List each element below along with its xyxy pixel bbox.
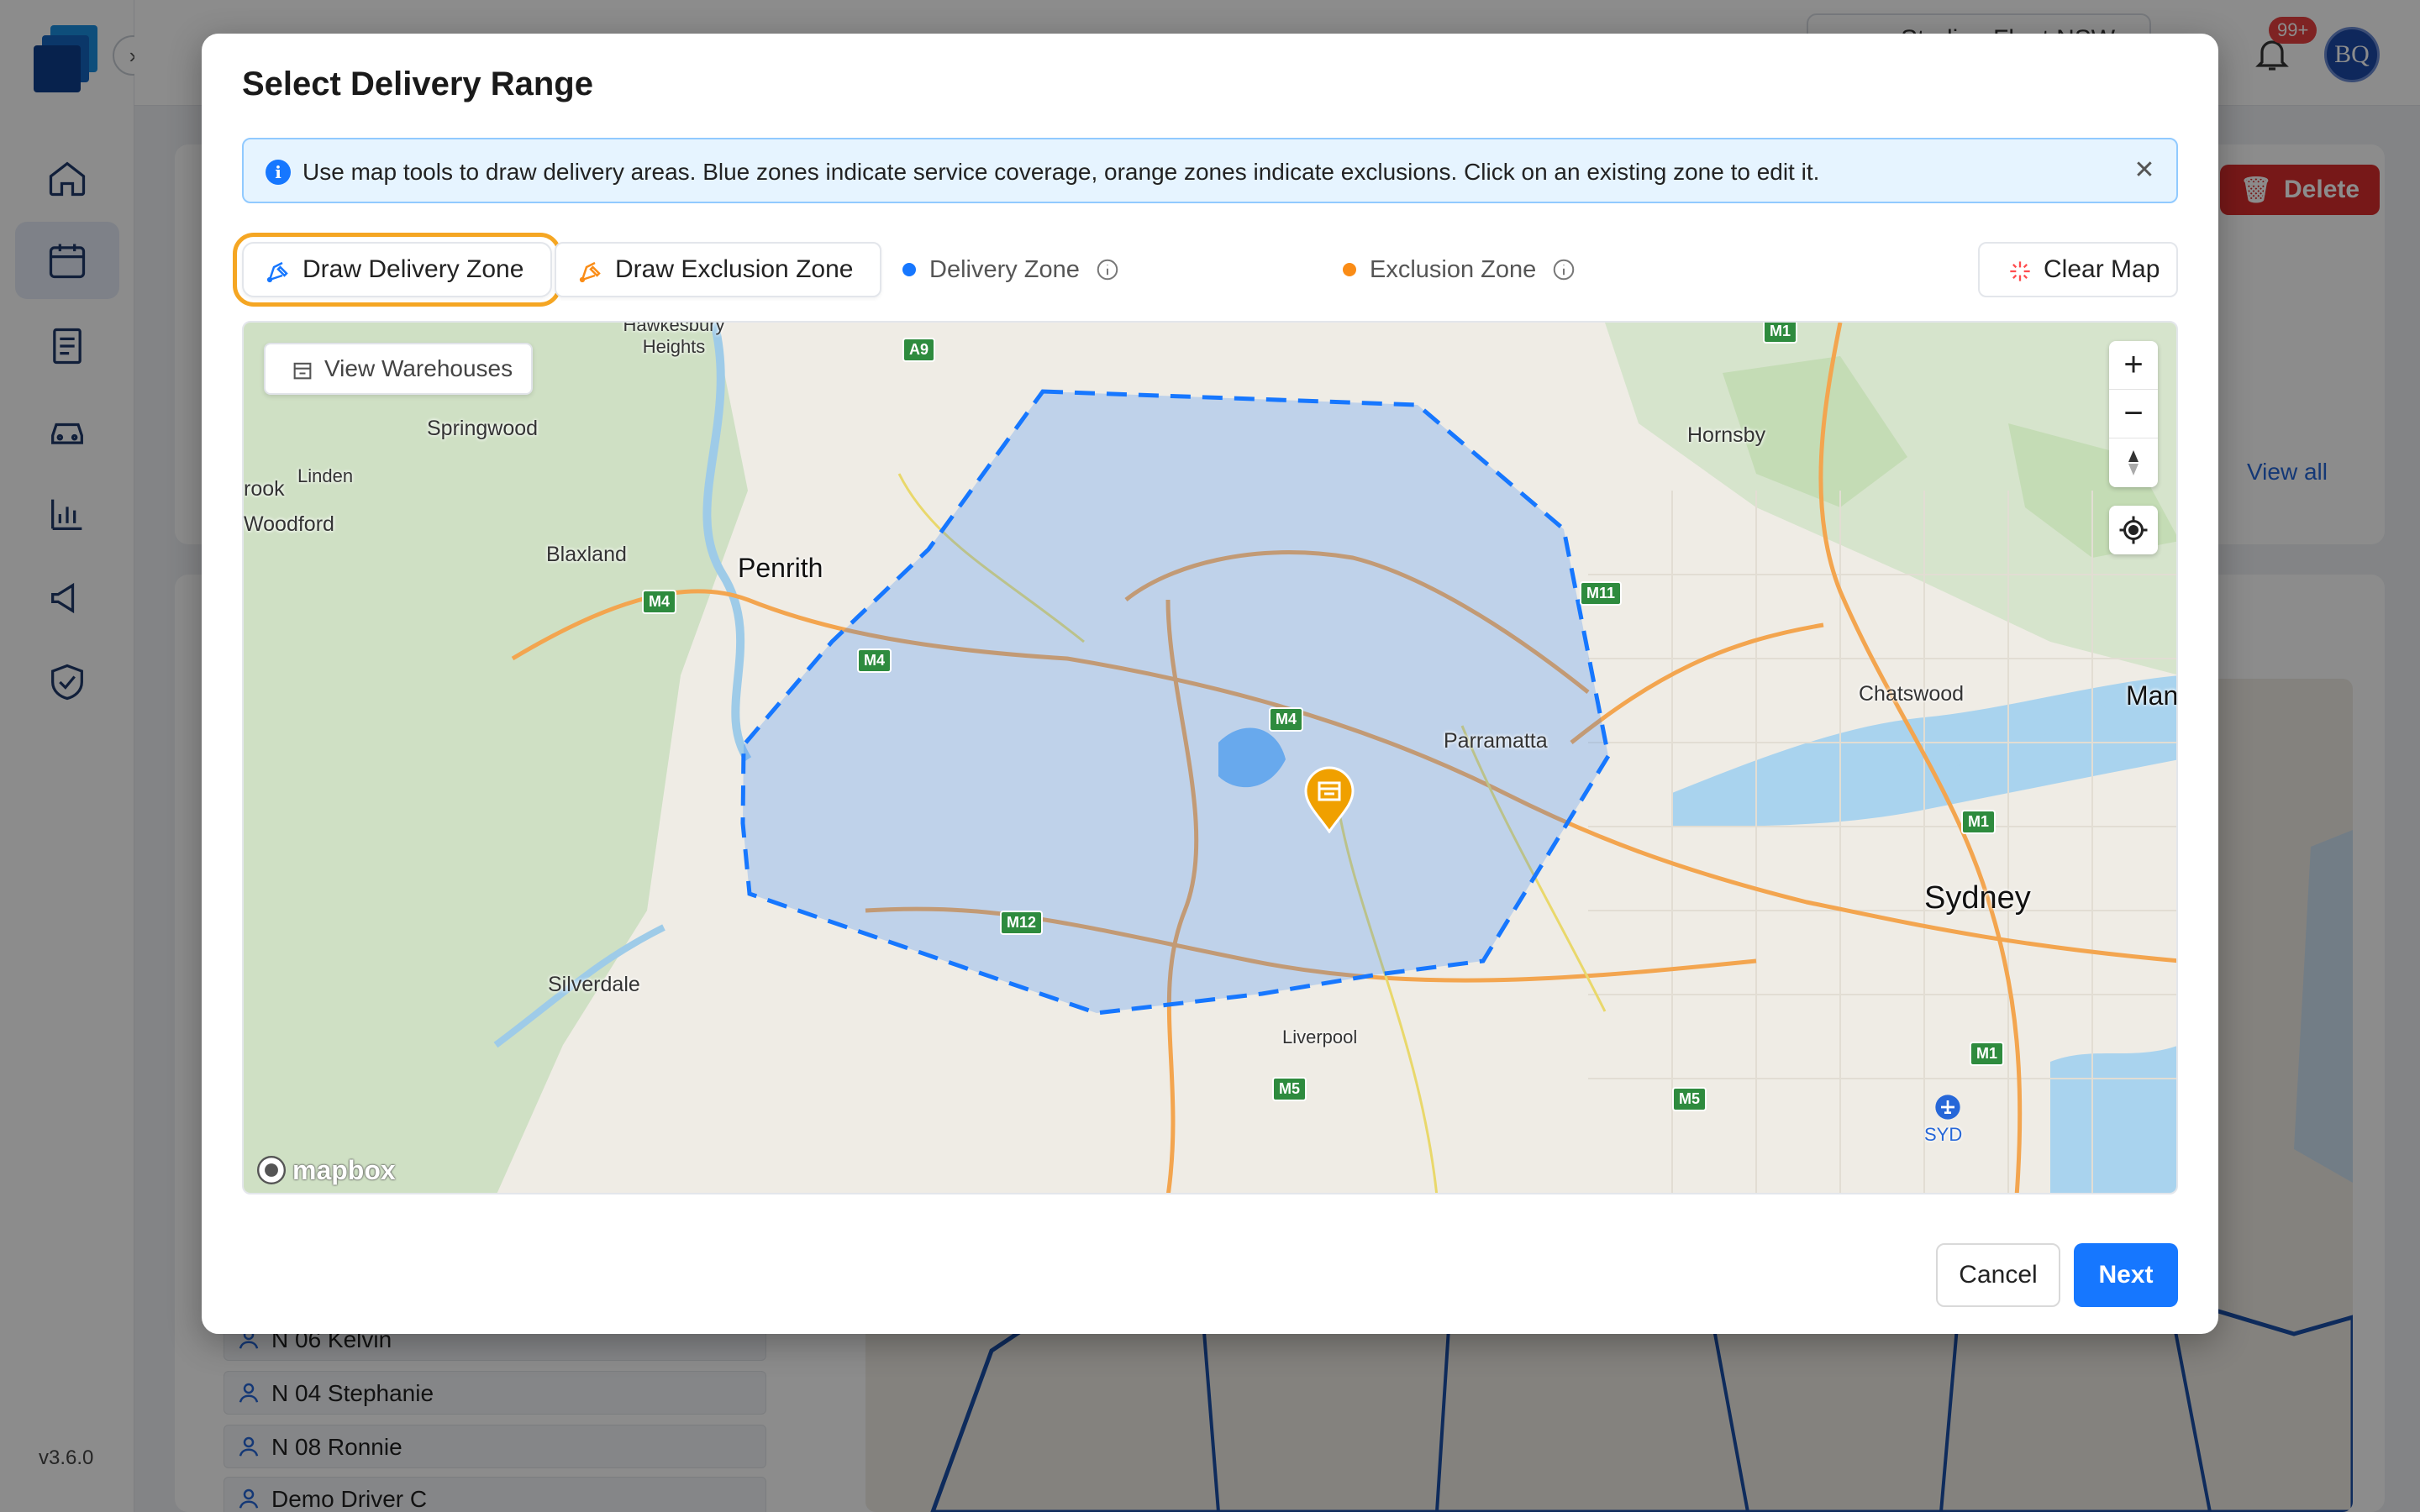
map-label: Man (2126, 680, 2178, 711)
road-shield: A9 (902, 338, 936, 362)
clear-map-label: Clear Map (2044, 255, 2160, 283)
info-icon: i (266, 160, 291, 185)
map-label: rook (244, 477, 285, 501)
road-shield: M4 (642, 590, 677, 614)
map-label: Penrith (738, 553, 823, 583)
legend-dot (1343, 263, 1356, 276)
minus-icon: − (2123, 395, 2144, 432)
delivery-map[interactable]: Hawkesbury Heights Springwood Linden roo… (242, 321, 2178, 1194)
map-label: Hornsby (1687, 423, 1766, 447)
cancel-button[interactable]: Cancel (1936, 1243, 2060, 1307)
map-label: Liverpool (1282, 1026, 1358, 1047)
legend-exclusion-zone: Exclusion Zone (1343, 242, 1576, 297)
mapbox-text: mapbox (292, 1154, 396, 1185)
view-warehouses-label: View Warehouses (324, 355, 513, 381)
zoom-controls: + − (2109, 341, 2158, 487)
road-shield: M4 (1269, 707, 1304, 732)
info-text: Use map tools to draw delivery areas. Bl… (302, 159, 1820, 185)
map-label: SYD (1924, 1124, 1963, 1145)
compass-icon (2128, 450, 2139, 475)
draw-delivery-zone-button[interactable]: Draw Delivery Zone (232, 233, 562, 307)
map-label: Springwood (427, 417, 539, 440)
warehouse-icon (293, 362, 312, 380)
info-banner: i Use map tools to draw delivery areas. … (242, 138, 2178, 203)
crosshair-icon (2119, 516, 2148, 544)
mapbox-logo-icon (256, 1155, 287, 1185)
map-label: Parramatta (1444, 729, 1548, 753)
warehouse-marker-icon[interactable] (1302, 766, 1356, 833)
map-label: Silverdale (548, 973, 640, 996)
view-warehouses-button[interactable]: View Warehouses (264, 343, 533, 395)
map-label: Hawkesbury Heights (623, 321, 725, 357)
mapbox-attribution: mapbox (255, 1154, 396, 1186)
modal-title: Select Delivery Range (242, 66, 593, 102)
road-shield: M1 (1970, 1042, 2005, 1066)
clear-map-button[interactable]: Clear Map (1978, 242, 2178, 297)
draw-polygon-icon (266, 261, 288, 283)
road-shield: M1 (1763, 323, 1798, 344)
map-label: Woodford (244, 512, 334, 536)
draw-exclusion-zone-label: Draw Exclusion Zone (615, 255, 854, 283)
zoom-out-button[interactable]: − (2109, 390, 2158, 438)
info-circle-icon[interactable] (1551, 257, 1576, 282)
legend-delivery-zone: Delivery Zone (902, 242, 1120, 297)
map-canvas[interactable] (244, 323, 2178, 1194)
airport-icon (1935, 1095, 1960, 1120)
plus-icon: + (2123, 346, 2144, 383)
map-label: Linden (297, 465, 354, 486)
map-toolbar: Draw Delivery Zone Draw Exclusion Zone D… (232, 233, 2178, 307)
road-shield: M11 (1580, 581, 1623, 606)
legend-delivery-label: Delivery Zone (929, 255, 1080, 283)
compass-button[interactable] (2109, 438, 2158, 487)
select-delivery-range-modal: Select Delivery Range i Use map tools to… (202, 34, 2218, 1334)
draw-polygon-icon (579, 261, 601, 283)
locate-me-button[interactable] (2109, 506, 2158, 554)
road-shield: M5 (1672, 1087, 1707, 1111)
next-button[interactable]: Next (2074, 1243, 2178, 1307)
legend-dot (902, 263, 916, 276)
map-label: Chatswood (1859, 682, 1965, 706)
road-shield: M4 (857, 648, 892, 673)
sparkle-clear-icon (2010, 261, 2030, 281)
map-label: Sydney (1924, 880, 2031, 916)
close-icon[interactable]: ✕ (2129, 155, 2160, 185)
draw-delivery-zone-label: Draw Delivery Zone (302, 255, 524, 283)
road-shield: M5 (1272, 1077, 1307, 1101)
zoom-in-button[interactable]: + (2109, 341, 2158, 390)
road-shield: M12 (1000, 911, 1044, 935)
map-label: Blaxland (546, 543, 627, 566)
draw-exclusion-zone-button[interactable]: Draw Exclusion Zone (555, 242, 882, 297)
road-shield: M1 (1961, 810, 1996, 834)
info-circle-icon[interactable] (1095, 257, 1120, 282)
legend-exclusion-label: Exclusion Zone (1370, 255, 1537, 283)
